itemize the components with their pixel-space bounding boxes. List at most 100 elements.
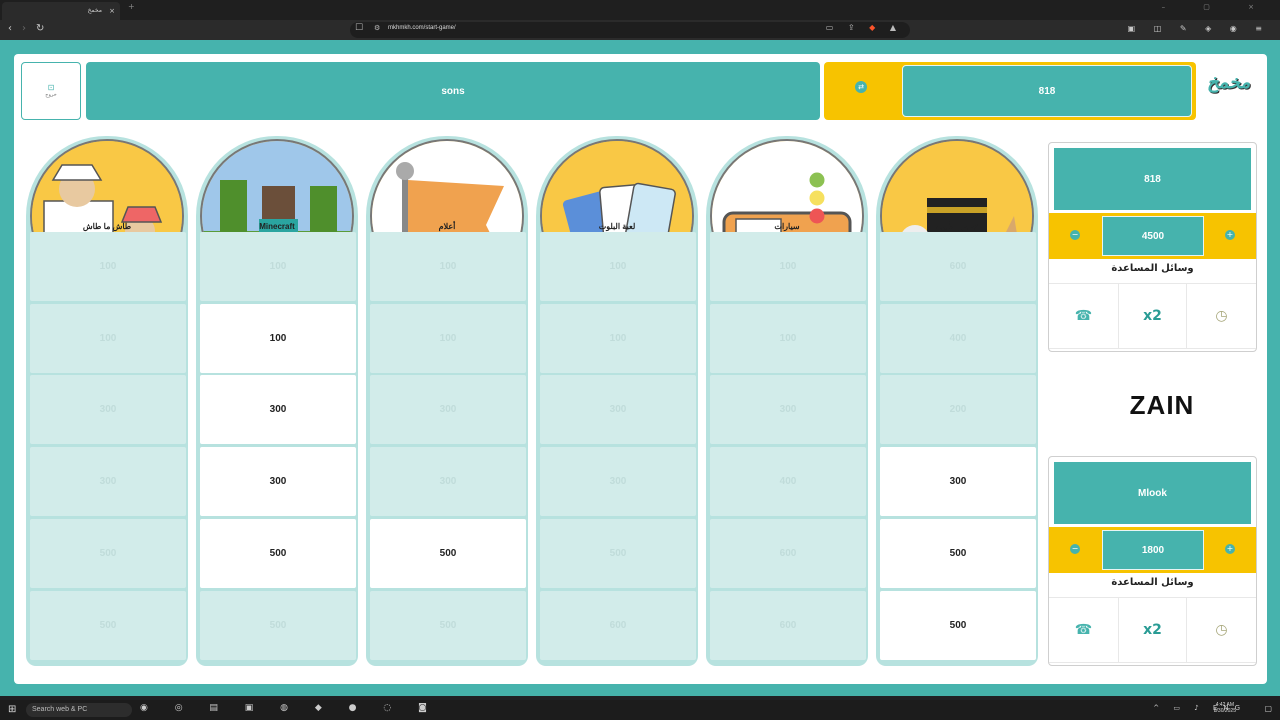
aids-row: ☎ x2 ◷ — [1049, 597, 1256, 663]
taskbar-search[interactable]: Search web & PC — [26, 703, 132, 717]
category-name: لعبة البلوت — [598, 222, 636, 231]
category-name: سيارات — [774, 222, 800, 231]
category-column: لعبة البلوت 100 100 300 300 500 600 — [536, 136, 698, 666]
score-controls: − 4500 + — [1049, 213, 1256, 259]
question-cell: 100 — [710, 303, 866, 373]
question-cell: 600 — [540, 590, 696, 660]
category-name: طاش ما طاش — [82, 222, 132, 231]
timer-icon[interactable]: ◷ — [1187, 598, 1256, 662]
team-panel-2: Mlook − 1800 + وسائل المساعدة ☎ x2 ◷ — [1048, 456, 1257, 666]
timer-icon[interactable]: ◷ — [1187, 284, 1256, 348]
tab-close-icon[interactable]: × — [109, 2, 115, 20]
category-column: Minecraft 100 100 300 300 500 500 — [196, 136, 358, 666]
pinned-apps-icon[interactable]: ◉ ◎ ▤ ▣ ◍ ◆ ● ◌ ◙ — [140, 703, 439, 713]
question-cell: 500 — [370, 590, 526, 660]
team-panel-1: 818 − 4500 + وسائل المساعدة ☎ x2 ◷ — [1048, 142, 1257, 352]
category-grid: طاش ما طاش 100 100 300 300 500 500 Minecraft 10… — [26, 136, 1046, 666]
question-cell: 300 — [710, 375, 866, 445]
question-cell[interactable]: 300 — [200, 375, 356, 445]
aids-row: ☎ x2 ◷ — [1049, 283, 1256, 349]
bookmark-icon[interactable]: ☐ — [355, 23, 363, 33]
increase-score-button[interactable]: + — [1225, 230, 1235, 240]
team-score: 1800 — [1102, 530, 1204, 570]
new-tab-icon[interactable]: + — [128, 2, 135, 11]
site-logo[interactable]: مخمخ — [1207, 72, 1261, 102]
url-text[interactable]: mkhmkh.com/start-game/ — [388, 25, 456, 31]
double-points-button[interactable]: x2 — [1118, 284, 1187, 348]
question-cell: 100 — [370, 303, 526, 373]
forward-icon[interactable]: › — [22, 23, 26, 34]
exit-button[interactable]: ⊡ خروج — [21, 62, 81, 120]
double-points-button[interactable]: x2 — [1118, 598, 1187, 662]
exit-label: خروج — [45, 92, 57, 98]
question-cell: 100 — [370, 232, 526, 301]
question-cell: 100 — [540, 232, 696, 301]
question-cell: 500 — [200, 590, 356, 660]
category-column: طاش ما طاش 100 100 300 300 500 500 — [26, 136, 188, 666]
turn-swap-icon[interactable]: ⇄ — [855, 81, 867, 93]
question-cell: 200 — [880, 375, 1036, 445]
question-cell[interactable]: 300 — [200, 447, 356, 517]
question-cell: 300 — [30, 375, 186, 445]
address-bar[interactable]: ☐ ⚙ mkhmkh.com/start-game/ ▭ ⇪ ◆ ▲ — [350, 22, 910, 38]
category-column: سيارات 100 100 300 400 600 600 — [706, 136, 868, 666]
question-cell: 300 — [370, 447, 526, 517]
tab-title: مخمخ — [87, 7, 102, 14]
toolbar-extensions-icon[interactable]: ▣ ◫ ✎ ◈ ◉ ≡ — [1128, 24, 1270, 33]
team-name: Mlook — [1054, 462, 1251, 524]
taskbar-clock[interactable]: 4:42 AM 8/30/2025 — [1214, 702, 1236, 714]
question-cell: 100 — [200, 232, 356, 301]
aids-title: وسائل المساعدة — [1111, 577, 1194, 588]
question-cell: 500 — [30, 518, 186, 588]
decrease-score-button[interactable]: − — [1070, 544, 1080, 554]
score-controls: − 1800 + — [1049, 527, 1256, 573]
category-name: قصص الأنبياء — [935, 222, 979, 231]
reload-icon[interactable]: ↻ — [36, 23, 44, 34]
question-cell[interactable]: 500 — [370, 518, 526, 588]
sponsor-logo: ZAIN — [1129, 390, 1195, 420]
address-bar-actions-icon[interactable]: ▭ ⇪ ◆ ▲ — [826, 23, 902, 32]
question-cell[interactable]: 500 — [880, 590, 1036, 660]
increase-score-button[interactable]: + — [1225, 544, 1235, 554]
turn-team-name: 818 — [902, 65, 1192, 117]
decrease-score-button[interactable]: − — [1070, 230, 1080, 240]
site-info-icon[interactable]: ⚙ — [374, 24, 380, 32]
notification-icon[interactable]: ▢ — [1264, 704, 1272, 713]
question-cell[interactable]: 500 — [880, 518, 1036, 588]
category-name: أعلام — [438, 222, 456, 231]
question-cell: 300 — [540, 375, 696, 445]
call-friend-icon[interactable]: ☎ — [1049, 284, 1118, 348]
question-cell: 500 — [540, 518, 696, 588]
category-name: Minecraft — [259, 222, 295, 231]
question-cell: 400 — [880, 303, 1036, 373]
window-controls[interactable]: – ▢ × — [1162, 3, 1272, 11]
question-cell[interactable]: 500 — [200, 518, 356, 588]
question-cell: 600 — [880, 232, 1036, 301]
browser-tab-bar: مخمخ × + – ▢ × — [0, 0, 1280, 20]
question-cell: 100 — [540, 303, 696, 373]
current-team-name: sons — [86, 62, 820, 120]
question-cell: 400 — [710, 447, 866, 517]
question-cell: 300 — [540, 447, 696, 517]
team-name: 818 — [1054, 148, 1251, 210]
question-cell[interactable]: 300 — [880, 447, 1036, 517]
category-column: أعلام 100 100 300 300 500 500 — [366, 136, 528, 666]
windows-start-icon[interactable]: ⊞ — [8, 704, 16, 715]
question-cell: 600 — [710, 590, 866, 660]
question-cell[interactable]: 100 — [200, 303, 356, 373]
question-cell: 100 — [30, 232, 186, 301]
windows-taskbar: ⊞ Search web & PC ◉ ◎ ▤ ▣ ◍ ◆ ● ◌ ◙ ^ ▭ … — [0, 700, 1280, 720]
question-cell: 100 — [30, 303, 186, 373]
question-cell: 600 — [710, 518, 866, 588]
question-cell: 100 — [710, 232, 866, 301]
question-cell: 300 — [370, 375, 526, 445]
exit-icon: ⊡ — [47, 83, 55, 92]
brave-shield-icon[interactable]: ◆ — [869, 23, 881, 32]
call-friend-icon[interactable]: ☎ — [1049, 598, 1118, 662]
game-board: ⊡ خروج sons ⇄ 818 مخمخ طاش ما طاش 100 100 3… — [14, 54, 1267, 684]
clock-date: 8/30/2025 — [1213, 708, 1236, 714]
browser-toolbar: ‹ › ↻ ☐ ⚙ mkhmkh.com/start-game/ ▭ ⇪ ◆ ▲… — [0, 20, 1280, 40]
browser-tab[interactable]: مخمخ × — [2, 2, 120, 20]
team-score: 4500 — [1102, 216, 1204, 256]
back-icon[interactable]: ‹ — [8, 23, 12, 34]
